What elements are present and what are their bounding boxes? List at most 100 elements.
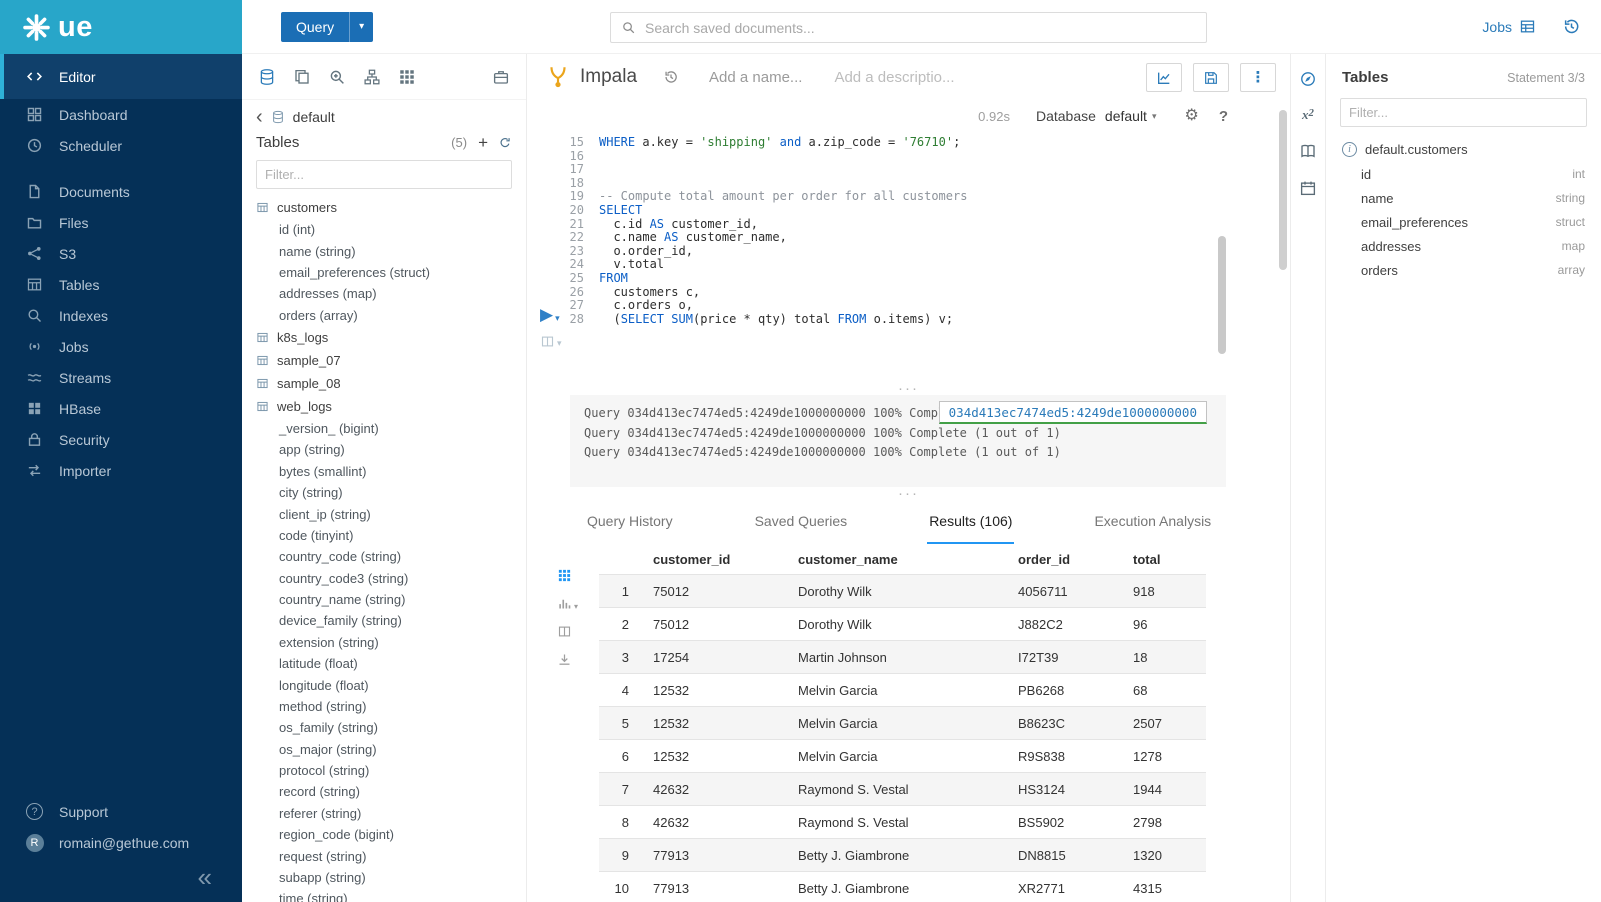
query-dropdown-caret[interactable]: ▾ [349, 12, 373, 42]
column-item[interactable]: country_code (string) [242, 546, 526, 567]
chart-button[interactable] [1146, 63, 1182, 92]
right-filter-input[interactable] [1349, 105, 1578, 120]
info-icon[interactable]: i [1342, 142, 1357, 157]
sidebar-item-documents[interactable]: Documents [0, 176, 242, 207]
result-row[interactable]: 175012Dorothy Wilk4056711918 [599, 575, 1206, 608]
hue-logo[interactable]: ue [0, 0, 242, 54]
column-item[interactable]: method (string) [242, 696, 526, 717]
table-item-web-logs[interactable]: web_logs [242, 395, 526, 418]
column-item[interactable]: protocol (string) [242, 760, 526, 781]
download-icon[interactable] [557, 652, 572, 667]
help-icon[interactable]: ? [1219, 108, 1228, 125]
databases-icon[interactable] [258, 68, 276, 86]
query-id-tooltip[interactable]: 034d413ec7474ed5:4249de1000000000 [939, 401, 1207, 424]
more-actions-button[interactable]: ⋮ [1240, 63, 1276, 92]
code-line[interactable]: o.order_id, [599, 245, 967, 259]
sidebar-item-scheduler[interactable]: Scheduler [0, 130, 242, 161]
table-item-k8s-logs[interactable]: k8s_logs [242, 326, 526, 349]
column-header-rownum[interactable] [599, 544, 645, 575]
breadcrumb-database[interactable]: default [293, 109, 335, 125]
chart-view-icon[interactable]: ▾ [557, 596, 578, 611]
settings-gear-icon[interactable]: ⚙ [1184, 108, 1198, 124]
column-item[interactable]: bytes (smallint) [242, 461, 526, 482]
column-item[interactable]: longitude (float) [242, 674, 526, 695]
column-item[interactable]: region_code (bigint) [242, 824, 526, 845]
column-item[interactable]: country_code3 (string) [242, 568, 526, 589]
code-line[interactable]: WHERE a.key = 'shipping' and a.zip_code … [599, 136, 967, 150]
search-input[interactable] [645, 20, 1196, 36]
sidebar-user[interactable]: R romain@gethue.com [0, 827, 242, 858]
code-content[interactable]: WHERE a.key = 'shipping' and a.zip_code … [591, 136, 967, 382]
column-item[interactable]: extension (string) [242, 632, 526, 653]
sidebar-item-support[interactable]: ? Support [0, 796, 242, 827]
code-line[interactable]: v.total [599, 258, 967, 272]
tab-saved-queries[interactable]: Saved Queries [753, 500, 850, 544]
query-description-field[interactable]: Add a descriptio... [834, 69, 954, 86]
functions-icon[interactable]: x2 [1302, 107, 1314, 123]
editor-options-button[interactable]: ▾ [540, 334, 562, 349]
column-item[interactable]: os_family (string) [242, 717, 526, 738]
column-header-total[interactable]: total [1125, 544, 1206, 575]
column-item[interactable]: email_preferences (struct) [242, 262, 526, 283]
history-button[interactable] [1562, 17, 1581, 36]
code-line[interactable]: SELECT [599, 204, 967, 218]
column-item[interactable]: name (string) [242, 240, 526, 261]
language-reference-icon[interactable] [1299, 142, 1317, 160]
sidebar-item-tables[interactable]: Tables [0, 269, 242, 300]
new-query-label[interactable]: Query [281, 12, 349, 42]
assistant-icon[interactable] [1299, 70, 1317, 88]
sidebar-item-s3[interactable]: S3 [0, 238, 242, 269]
code-line[interactable]: customers c, [599, 286, 967, 300]
sidebar-item-dashboard[interactable]: Dashboard [0, 99, 242, 130]
column-item-email-preferences[interactable]: email_preferencesstruct [1326, 210, 1601, 234]
sidebar-item-files[interactable]: Files [0, 207, 242, 238]
refresh-tables-button[interactable] [498, 136, 512, 150]
result-row[interactable]: 1077913Betty J. GiambroneXR27714315 [599, 872, 1206, 902]
columns-view-icon[interactable] [557, 624, 572, 639]
code-line[interactable]: c.id AS customer_id, [599, 218, 967, 232]
column-item[interactable]: client_ip (string) [242, 503, 526, 524]
result-row[interactable]: 977913Betty J. GiambroneDN88151320 [599, 839, 1206, 872]
table-item-sample-07[interactable]: sample_07 [242, 349, 526, 372]
column-item-id[interactable]: idint [1326, 162, 1601, 186]
result-row[interactable]: 412532Melvin GarciaPB626868 [599, 674, 1206, 707]
panel-scrollbar[interactable] [1279, 110, 1287, 270]
code-line[interactable]: -- Compute total amount per order for al… [599, 190, 967, 204]
code-line[interactable] [599, 177, 967, 191]
code-editor[interactable]: 1516171819202122232425262728 WHERE a.key… [527, 132, 1290, 382]
code-line[interactable] [599, 163, 967, 177]
column-item[interactable]: app (string) [242, 439, 526, 460]
new-query-button[interactable]: Query ▾ [281, 12, 373, 42]
sidebar-item-indexes[interactable]: Indexes [0, 300, 242, 331]
sitemap-icon[interactable] [363, 68, 381, 86]
code-line[interactable] [599, 150, 967, 164]
column-item[interactable]: orders (array) [242, 305, 526, 326]
query-history-button[interactable] [663, 69, 679, 85]
result-row[interactable]: 612532Melvin GarciaR9S8381278 [599, 740, 1206, 773]
column-header-customer-id[interactable]: customer_id [645, 544, 790, 575]
zoom-search-icon[interactable] [328, 68, 346, 86]
schedule-icon[interactable] [1299, 179, 1317, 197]
result-row[interactable]: 842632Raymond S. VestalBS59022798 [599, 806, 1206, 839]
result-row[interactable]: 512532Melvin GarciaB8623C2507 [599, 707, 1206, 740]
query-name-field[interactable]: Add a name... [709, 69, 802, 86]
result-row[interactable]: 742632Raymond S. VestalHS31241944 [599, 773, 1206, 806]
tab-results-106[interactable]: Results (106) [927, 500, 1014, 544]
column-item[interactable]: city (string) [242, 482, 526, 503]
code-scrollbar[interactable] [1218, 236, 1226, 354]
column-item[interactable]: os_major (string) [242, 739, 526, 760]
column-item[interactable]: country_name (string) [242, 589, 526, 610]
tables-filter-input[interactable] [265, 167, 503, 182]
sidebar-item-hbase[interactable]: HBase [0, 393, 242, 424]
code-line[interactable]: (SELECT SUM(price * qty) total FROM o.it… [599, 313, 967, 327]
add-table-button[interactable]: + [478, 137, 488, 149]
column-item[interactable]: id (int) [242, 219, 526, 240]
sidebar-item-streams[interactable]: Streams [0, 362, 242, 393]
active-table-row[interactable]: i default.customers [1326, 134, 1601, 162]
result-row[interactable]: 275012Dorothy WilkJ882C296 [599, 608, 1206, 641]
column-item[interactable]: _version_ (bigint) [242, 418, 526, 439]
code-line[interactable]: FROM [599, 272, 967, 286]
column-item[interactable]: code (tinyint) [242, 525, 526, 546]
apps-icon[interactable] [398, 68, 416, 86]
column-header-customer-name[interactable]: customer_name [790, 544, 1010, 575]
